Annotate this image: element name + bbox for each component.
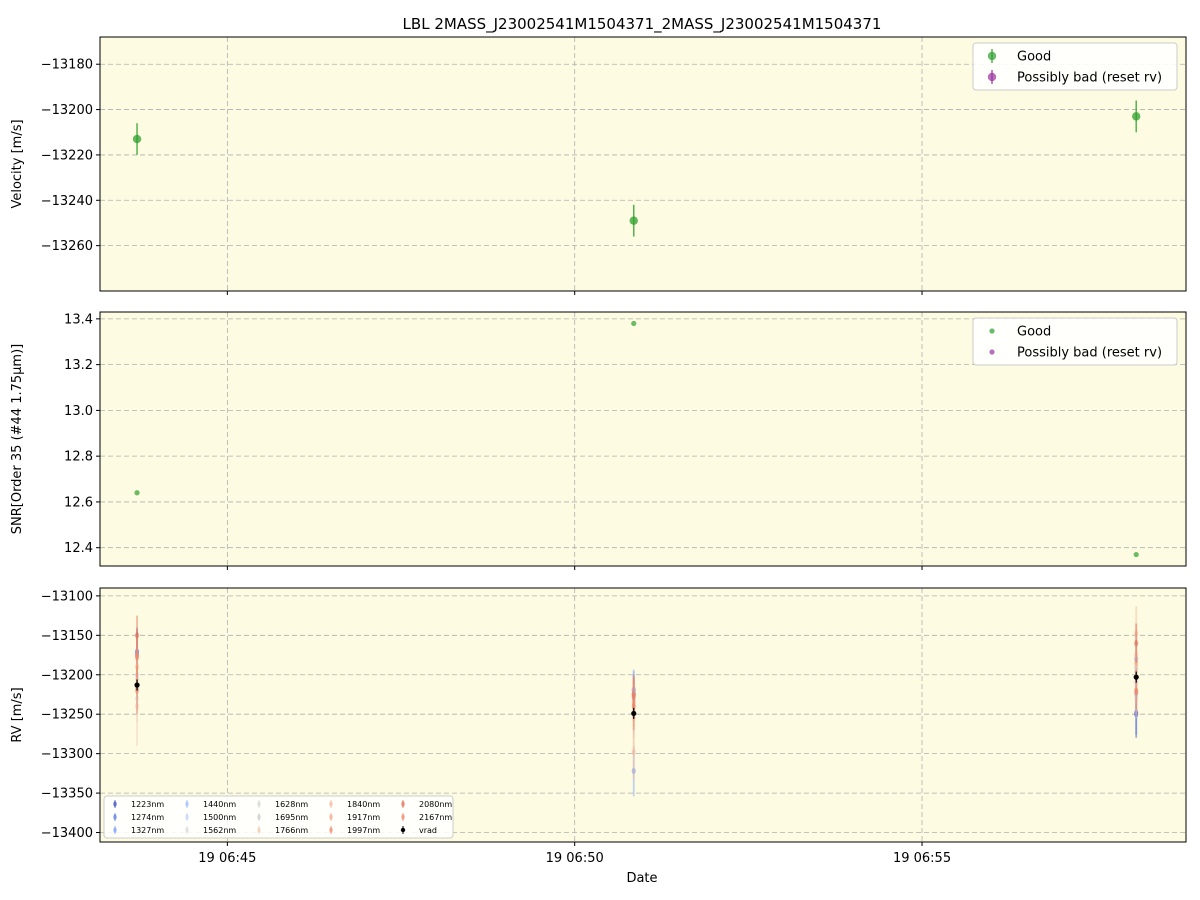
legend-label: 1562nm bbox=[203, 826, 236, 835]
chart-title: LBL 2MASS_J23002541M1504371_2MASS_J23002… bbox=[403, 15, 882, 34]
y-tick-label: −13200 bbox=[41, 103, 93, 118]
data-point bbox=[1132, 112, 1141, 121]
data-point bbox=[631, 691, 636, 698]
y-axis-label: SNR[Order 35 (#44 1.75μm)] bbox=[10, 344, 25, 535]
legend-label: vrad bbox=[419, 826, 437, 835]
y-tick-label: 12.8 bbox=[64, 450, 93, 465]
legend-marker bbox=[401, 814, 405, 820]
legend-label: 1695nm bbox=[275, 813, 308, 822]
y-tick-label: −13250 bbox=[41, 708, 93, 723]
panel-1: −13180 −13200 −13220 −13240 −13260 Velocity [… bbox=[10, 36, 1187, 295]
y-tick-label: 12.6 bbox=[64, 495, 93, 510]
legend-marker bbox=[400, 827, 406, 833]
y-tick-label: 13.2 bbox=[64, 358, 93, 373]
legend-marker bbox=[185, 801, 189, 807]
data-point bbox=[1133, 674, 1139, 680]
legend-marker bbox=[113, 827, 117, 833]
y-tick-label: −13220 bbox=[41, 148, 93, 163]
legend-marker bbox=[257, 827, 261, 833]
legend-label: 1500nm bbox=[203, 813, 236, 822]
legend-marker bbox=[989, 349, 995, 355]
y-tick-label: −13200 bbox=[41, 668, 93, 683]
legend-marker bbox=[113, 801, 117, 807]
data-point bbox=[1134, 640, 1139, 647]
panel-3: −13100 −13150 −13200 −13250 −13300 −13350 −134… bbox=[10, 587, 1187, 866]
legend-marker bbox=[989, 328, 995, 334]
legend-label: 2080nm bbox=[419, 800, 452, 809]
data-point bbox=[134, 682, 140, 688]
data-point bbox=[135, 632, 140, 639]
data-point bbox=[631, 710, 637, 717]
data-point bbox=[631, 748, 636, 756]
y-tick-label: −13350 bbox=[41, 787, 93, 802]
y-tick-label: 12.4 bbox=[64, 541, 93, 556]
y-tick-label: −13150 bbox=[41, 629, 93, 644]
legend-marker bbox=[185, 814, 189, 820]
legend-label: 1766nm bbox=[275, 826, 308, 835]
y-tick-label: −13260 bbox=[41, 239, 93, 254]
legend-marker bbox=[329, 801, 333, 807]
legend-label: Good bbox=[1017, 325, 1051, 340]
legend-marker bbox=[401, 801, 405, 807]
legend-label: 1274nm bbox=[131, 813, 164, 822]
x-axis-label: Date bbox=[626, 871, 657, 886]
legend-label: 1223nm bbox=[131, 800, 164, 809]
legend-marker bbox=[987, 51, 997, 61]
y-tick-label: −13240 bbox=[41, 194, 93, 209]
y-tick-label: −13180 bbox=[41, 58, 93, 73]
x-tick-label: 19 06:45 bbox=[198, 851, 256, 866]
legend-label: 2167nm bbox=[419, 813, 452, 822]
legend-marker bbox=[987, 72, 997, 82]
y-tick-label: 13.0 bbox=[64, 404, 93, 419]
legend-label: 1840nm bbox=[347, 800, 380, 809]
data-point bbox=[134, 490, 140, 496]
legend-label: Good bbox=[1017, 50, 1051, 65]
legend-marker bbox=[329, 827, 333, 833]
x-tick-label: 19 06:50 bbox=[546, 851, 604, 866]
legend-marker bbox=[185, 827, 189, 833]
y-axis-label: Velocity [m/s] bbox=[10, 119, 25, 208]
legend-label: 1440nm bbox=[203, 800, 236, 809]
legend-label: 1917nm bbox=[347, 813, 380, 822]
legend-marker bbox=[329, 814, 333, 820]
data-point bbox=[1134, 687, 1139, 694]
y-tick-label: 13.4 bbox=[64, 312, 93, 327]
legend-label: Possibly bad (reset rv) bbox=[1017, 346, 1162, 361]
legend-marker bbox=[113, 814, 117, 820]
y-tick-label: −13300 bbox=[41, 747, 93, 762]
y-axis-label: RV [m/s] bbox=[10, 687, 25, 742]
legend-label: 1997nm bbox=[347, 826, 380, 835]
data-point bbox=[631, 320, 637, 327]
figure: LBL 2MASS_J23002541M1504371_2MASS_J23002… bbox=[10, 15, 1187, 886]
panel-2: 12.4 12.6 12.8 13.0 13.2 13.4 SNR[Order 35 (#4… bbox=[10, 311, 1187, 570]
legend-marker bbox=[257, 814, 261, 820]
legend-label: Possibly bad (reset rv) bbox=[1017, 71, 1162, 86]
legend-label: 1628nm bbox=[275, 800, 308, 809]
legend-label: 1327nm bbox=[131, 826, 164, 835]
data-point bbox=[132, 134, 142, 144]
data-point bbox=[135, 654, 140, 661]
legend-marker bbox=[257, 801, 261, 807]
data-point bbox=[629, 216, 638, 225]
y-tick-label: −13100 bbox=[41, 589, 93, 604]
x-tick-label: 19 06:55 bbox=[893, 851, 951, 866]
y-tick-label: −13400 bbox=[41, 826, 93, 841]
data-point bbox=[1133, 551, 1139, 558]
